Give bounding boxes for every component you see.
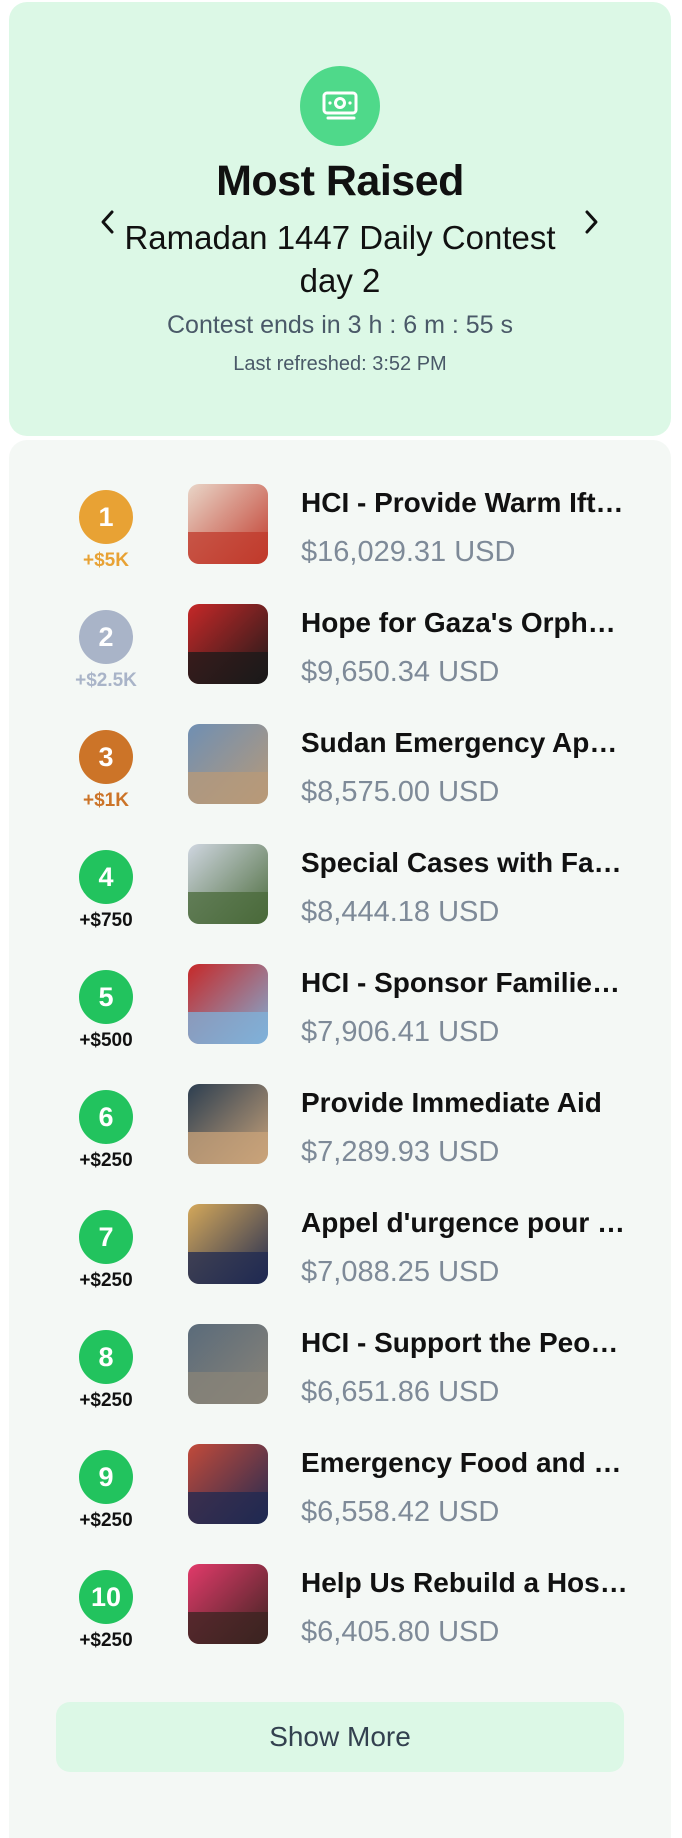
leaderboard-row[interactable]: 6 +$250 Provide Immediate Aid $7,289.93 USD [9,1084,671,1210]
campaign-title[interactable]: Provide Immediate Aid [301,1087,631,1119]
campaign-amount: $6,405.80 USD [301,1616,500,1648]
campaign-title[interactable]: Special Cases with Families [301,847,631,879]
prize-amount: +$250 [79,1510,133,1531]
campaign-thumbnail[interactable] [188,1324,268,1404]
prize-amount: +$250 [79,1630,133,1651]
prize-amount: +$250 [79,1270,133,1291]
next-contest-button[interactable] [571,202,611,242]
campaign-amount: $7,289.93 USD [301,1136,500,1168]
campaign-amount: $6,558.42 USD [301,1496,500,1528]
contest-header: Most Raised Ramadan 1447 Daily Contest d… [9,2,671,436]
rank-badge: 5 [79,970,133,1024]
campaign-thumbnail[interactable] [188,724,268,804]
chevron-right-icon [585,210,598,234]
leaderboard-row[interactable]: 5 +$500 HCI - Sponsor Families in Syria $7,… [9,964,671,1090]
rank-badge: 4 [79,850,133,904]
leaderboard-row[interactable]: 7 +$250 Appel d'urgence pour les orphelins… [9,1204,671,1330]
campaign-thumbnail[interactable] [188,844,268,924]
campaign-amount: $9,650.34 USD [301,656,500,688]
prize-amount: +$250 [79,1150,133,1171]
contest-subtitle: Ramadan 1447 Daily Contest day 2 [124,219,556,299]
rank-badge: 6 [79,1090,133,1144]
campaign-amount: $7,906.41 USD [301,1016,500,1048]
rank-badge: 7 [79,1210,133,1264]
leaderboard-row[interactable]: 2 +$2.5K Hope for Gaza's Orphans $9,650.34 … [9,604,671,730]
leaderboard-row[interactable]: 1 +$5K HCI - Provide Warm Iftar Meals to F… [9,484,671,610]
campaign-title[interactable]: Hope for Gaza's Orphans [301,607,631,639]
campaign-title[interactable]: Appel d'urgence pour les orphelins [301,1207,631,1239]
campaign-title[interactable]: HCI - Sponsor Families in Syria [301,967,631,999]
rank-badge: 1 [79,490,133,544]
contest-countdown: Contest ends in 3 h : 6 m : 55 s [166,311,514,339]
prize-amount: +$1K [83,790,129,811]
rank-badge: 10 [79,1570,133,1624]
prize-amount: +$750 [79,910,133,931]
rank-badge: 8 [79,1330,133,1384]
prize-amount: +$2.5K [75,670,137,691]
campaign-title[interactable]: Help Us Rebuild a Hospital [301,1567,631,1599]
campaign-amount: $6,651.86 USD [301,1376,500,1408]
campaign-title[interactable]: Sudan Emergency Appeal [301,727,631,759]
leaderboard-row[interactable]: 9 +$250 Emergency Food and Orphan Appeal $6… [9,1444,671,1570]
campaign-amount: $8,575.00 USD [301,776,500,808]
prize-amount: +$500 [79,1030,133,1051]
campaign-title[interactable]: HCI - Provide Warm Iftar Meals to Famili… [301,487,631,519]
campaign-thumbnail[interactable] [188,1204,268,1284]
rank-badge: 2 [79,610,133,664]
campaign-thumbnail[interactable] [188,1444,268,1524]
campaign-thumbnail[interactable] [188,1564,268,1644]
last-refreshed: Last refreshed: 3:52 PM [233,353,447,375]
campaign-amount: $8,444.18 USD [301,896,500,928]
rank-badge: 3 [79,730,133,784]
campaign-thumbnail[interactable] [188,1084,268,1164]
leaderboard-row[interactable]: 4 +$750 Special Cases with Families $8,444.… [9,844,671,970]
leaderboard-row[interactable]: 10 +$250 Help Us Rebuild a Hospital $6,405.… [9,1564,671,1690]
campaign-thumbnail[interactable] [188,604,268,684]
campaign-amount: $16,029.31 USD [301,536,516,568]
page-title: Most Raised [216,157,464,205]
rank-badge: 9 [79,1450,133,1504]
leaderboard-row[interactable]: 3 +$1K Sudan Emergency Appeal $8,575.00 USD [9,724,671,850]
campaign-thumbnail[interactable] [188,484,268,564]
campaign-title[interactable]: Emergency Food and Orphan Appeal [301,1447,631,1479]
show-more-button[interactable]: Show More [56,1702,624,1772]
leaderboard: 1 +$5K HCI - Provide Warm Iftar Meals to F… [9,440,671,1838]
prize-amount: +$250 [79,1390,133,1411]
leaderboard-row[interactable]: 8 +$250 HCI - Support the People of Gaza $6… [9,1324,671,1450]
prize-amount: +$5K [83,550,129,571]
campaign-amount: $7,088.25 USD [301,1256,500,1288]
campaign-thumbnail[interactable] [188,964,268,1044]
campaign-title[interactable]: HCI - Support the People of Gaza [301,1327,631,1359]
money-icon [300,66,380,146]
